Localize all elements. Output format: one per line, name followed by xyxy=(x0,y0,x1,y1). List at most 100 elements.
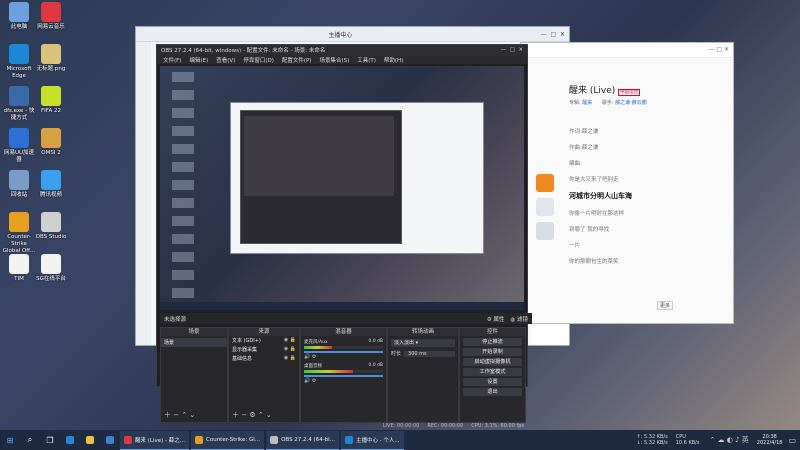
start-button[interactable]: ⊞ xyxy=(0,430,20,450)
lyric-line: 到哪了 我的寻找 xyxy=(569,227,610,233)
obs-menu-item[interactable]: 停靠窗口(D) xyxy=(243,56,274,64)
sources-footer[interactable]: ＋ − ⚙ ⌃ ⌄ xyxy=(232,410,272,420)
side-orange-button[interactable] xyxy=(536,174,554,192)
control-button[interactable]: 退出 xyxy=(463,388,522,396)
desktop-icon[interactable]: 回收站 xyxy=(2,170,36,199)
cpu-speed-monitor: CPU 10.6 KB/s xyxy=(675,434,700,446)
desktop-icon-label: OBS Studio xyxy=(35,234,67,240)
obs-menu-item[interactable]: 编辑(E) xyxy=(189,56,208,64)
desktop-icon[interactable]: SG在线平台 xyxy=(34,254,68,283)
lyric-line: 你像一片明时在那这样 xyxy=(569,211,625,217)
control-button[interactable]: 开始录制 xyxy=(463,348,522,356)
desktop-icon-label: 网易云音乐 xyxy=(37,24,65,30)
source-visibility-icon[interactable]: ◉ 🔒 xyxy=(284,355,296,362)
obs-menubar: 文件(F) 编辑(E) 查看(V) 停靠窗口(D) 配置文件(P) 场景集合(S) 工具(T… xyxy=(157,55,527,64)
taskbar-app-icon xyxy=(195,435,203,444)
search-icon[interactable]: ⌕ xyxy=(20,430,40,450)
obs-menu-item[interactable]: 文件(F) xyxy=(163,56,181,64)
obs-window[interactable]: OBS 27.2.4 (64-bit, windows) - 配置文件: 未命名… xyxy=(156,44,532,429)
track-meter xyxy=(304,346,383,349)
control-button[interactable]: 启动虚拟摄像机 xyxy=(463,358,522,366)
track-db: 0.0 dB xyxy=(368,363,383,368)
obs-menu-item[interactable]: 配置文件(P) xyxy=(282,56,312,64)
desktop-icon-label: Counter-Strike Global Off... xyxy=(2,234,36,254)
lyric-line: 作词:薛之谦 xyxy=(569,129,599,135)
desktop-icon-image xyxy=(9,2,29,22)
tray-icons[interactable]: ⌃ ☁ ◐ ♪ 英 xyxy=(709,435,748,445)
track-mute-icon[interactable]: 🔊 ⚙ xyxy=(304,378,316,384)
notification-icon[interactable]: ▭ xyxy=(788,436,796,445)
source-item[interactable]: 基础信息 ◉ 🔒 xyxy=(229,354,299,363)
desktop-icon[interactable]: TIM xyxy=(2,254,36,283)
window-controls[interactable]: — □ ✕ xyxy=(541,31,565,38)
desktop-icon-label: TIM xyxy=(14,276,24,282)
obs-preview[interactable] xyxy=(160,66,524,310)
taskbar-app[interactable]: 醒来 (Live) - 薛之... xyxy=(120,430,189,450)
source-visibility-icon[interactable]: ◉ 🔒 xyxy=(284,346,296,353)
track-meter xyxy=(304,370,383,373)
taskbar-apps: 醒来 (Live) - 薛之... Counter-Strike: Gl... OB… xyxy=(120,430,406,450)
scene-item[interactable]: 场景 xyxy=(161,338,227,347)
desktop-icon-image xyxy=(41,44,61,64)
duration-input[interactable]: 300 ms xyxy=(404,350,455,357)
control-button[interactable]: 停止推流 xyxy=(463,338,522,346)
desktop-icon[interactable]: FIFA 22 xyxy=(34,86,68,115)
music-window-controls[interactable]: — □ ✕ xyxy=(708,46,729,53)
desktop-icon[interactable]: OBS Studio xyxy=(34,212,68,241)
track-volume-slider[interactable] xyxy=(304,351,383,353)
properties-button[interactable]: ⚙ 属性 xyxy=(487,315,505,323)
side-home-button[interactable] xyxy=(536,198,554,216)
no-source-label: 未选择源 xyxy=(164,316,187,323)
file-explorer-icon[interactable] xyxy=(80,430,100,450)
task-view-icon[interactable]: ❐ xyxy=(40,430,60,450)
obs-titlebar[interactable]: OBS 27.2.4 (64-bit, windows) - 配置文件: 未命名… xyxy=(157,45,527,55)
track-meter-fill xyxy=(304,346,332,349)
source-item[interactable]: 文本 (GDI+) ◉ 🔒 xyxy=(229,336,299,345)
obs-menu-item[interactable]: 查看(V) xyxy=(216,56,235,64)
duration-row: 时长 300 ms xyxy=(391,350,455,357)
filters-button[interactable]: ◍ 滤镜 xyxy=(510,315,528,323)
control-button[interactable]: 设置 xyxy=(463,378,522,386)
desktop-icon[interactable]: 网易UU加速器 xyxy=(2,128,36,164)
transition-select[interactable]: 淡入淡出 ▾ xyxy=(391,339,455,347)
music-lyrics: 作词:薛之谦 作曲:薛之谦 编曲: 你是大又来了吧别走 河城市分明人山车海 你像一片明时在… xyxy=(569,127,719,273)
desktop-icon[interactable]: 腾讯视频 xyxy=(34,170,68,199)
taskbar-app[interactable]: Counter-Strike: Gl... xyxy=(191,430,265,450)
control-button[interactable]: 工作室模式 xyxy=(463,368,522,376)
desktop-icon[interactable]: 此电脑 xyxy=(2,2,36,31)
music-header-bar xyxy=(521,43,733,58)
desktop-icon-label: 腾讯视频 xyxy=(39,192,62,198)
side-gamepad-button[interactable] xyxy=(536,222,554,240)
sources-dock: 来源 文本 (GDI+) ◉ 🔒 显示器采集 ◉ 🔒 基础信息 ◉ 🔒 ＋ − ⚙ ⌃ ⌄ xyxy=(228,327,300,423)
clock[interactable]: 20:38 2022/4/18 xyxy=(757,434,783,446)
desktop-icon[interactable]: OMSI 2 xyxy=(34,128,68,157)
source-visibility-icon[interactable]: ◉ 🔒 xyxy=(284,337,296,344)
scenes-footer[interactable]: ＋ − ⌃ ⌄ xyxy=(164,410,195,420)
track-name: 桌面音频 xyxy=(304,364,322,369)
anchor-center-titlebar[interactable]: 主播中心 — □ ✕ xyxy=(136,27,569,42)
desktop-icon[interactable]: 网易云音乐 xyxy=(34,2,68,31)
desktop-icon[interactable]: 无标题.png xyxy=(34,44,68,73)
music-more-button[interactable]: 更多 xyxy=(657,301,674,310)
obs-window-controls[interactable]: — □ ✕ xyxy=(501,47,523,53)
desktop-icon[interactable]: dfs.exe - 快捷方式 xyxy=(2,86,36,122)
source-item[interactable]: 显示器采集 ◉ 🔒 xyxy=(229,345,299,354)
desktop-icon[interactable]: Microsoft Edge xyxy=(2,44,36,80)
obs-menu-item[interactable]: 工具(T) xyxy=(357,56,376,64)
edge-taskbar-icon[interactable] xyxy=(60,430,80,450)
desktop-icon-label: 无标题.png xyxy=(36,66,66,72)
desktop-icon-label: SG在线平台 xyxy=(36,276,66,282)
desktop-icon[interactable]: Counter-Strike Global Off... xyxy=(2,212,36,255)
track-volume-slider[interactable] xyxy=(304,375,383,377)
taskbar-app[interactable]: 主播中心 - 个人... xyxy=(340,430,404,450)
store-icon[interactable] xyxy=(100,430,120,450)
obs-menu-item[interactable]: 场景集合(S) xyxy=(319,56,349,64)
mixer-header: 混音器 xyxy=(301,328,386,336)
source-label: 文本 (GDI+) xyxy=(232,338,261,344)
scenes-dock: 场景 场景 ＋ − ⌃ ⌄ xyxy=(160,327,228,423)
track-mute-icon[interactable]: 🔊 ⚙ xyxy=(304,354,316,360)
taskbar-app[interactable]: OBS 27.2.4 (64-bi... xyxy=(266,430,339,450)
desktop-icon-image xyxy=(41,170,61,190)
obs-menu-item[interactable]: 帮助(H) xyxy=(384,56,403,64)
desktop-icon-label: 网易UU加速器 xyxy=(3,150,35,163)
